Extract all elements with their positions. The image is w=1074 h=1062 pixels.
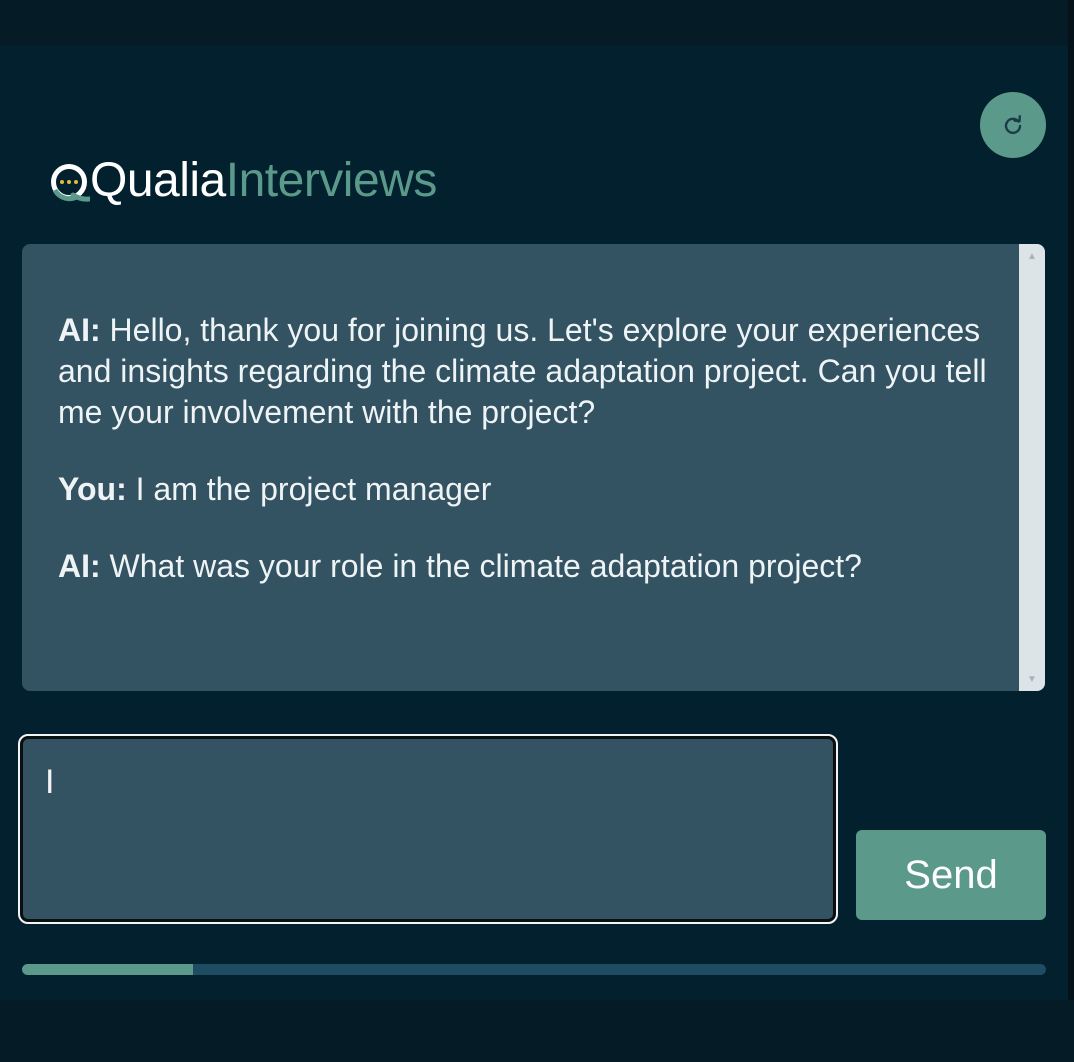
- chat-scrollbar[interactable]: ▲ ▼: [1019, 244, 1045, 691]
- send-button[interactable]: Send: [856, 830, 1046, 920]
- chat-transcript[interactable]: AI: Hello, thank you for joining us. Let…: [22, 244, 1045, 691]
- chat-message-user: You: I am the project manager: [58, 469, 1019, 510]
- message-input-wrapper: [18, 734, 838, 924]
- message-input[interactable]: [23, 739, 833, 919]
- qualia-interviews-logo: Qualia Interviews: [48, 148, 437, 212]
- scroll-down-arrow-icon[interactable]: ▼: [1019, 669, 1045, 689]
- logo-q-speech-icon: [48, 156, 92, 204]
- message-text: What was your role in the climate adapta…: [109, 548, 862, 584]
- top-bar: [0, 0, 1074, 46]
- message-text: Hello, thank you for joining us. Let's e…: [58, 312, 987, 430]
- interview-app: Qualia Interviews AI: Hello, thank you f…: [0, 0, 1074, 1062]
- logo-word-interviews: Interviews: [225, 153, 438, 207]
- message-speaker: You:: [58, 471, 127, 507]
- scroll-up-arrow-icon[interactable]: ▲: [1019, 246, 1045, 266]
- progress-fill: [22, 964, 193, 975]
- chat-message-ai: AI: Hello, thank you for joining us. Let…: [58, 310, 1019, 433]
- window-edge: [1068, 0, 1074, 1062]
- chat-message-ai: AI: What was your role in the climate ad…: [58, 546, 1019, 587]
- message-speaker: AI:: [58, 312, 101, 348]
- refresh-icon: [1004, 115, 1022, 135]
- message-speaker: AI:: [58, 548, 101, 584]
- logo-word-qualia: Qualia: [90, 153, 226, 207]
- bottom-bar: [0, 1000, 1074, 1062]
- message-text: I am the project manager: [135, 471, 492, 507]
- refresh-button[interactable]: [980, 92, 1046, 158]
- interview-progress-bar: [22, 964, 1046, 975]
- chat-messages: AI: Hello, thank you for joining us. Let…: [22, 244, 1019, 691]
